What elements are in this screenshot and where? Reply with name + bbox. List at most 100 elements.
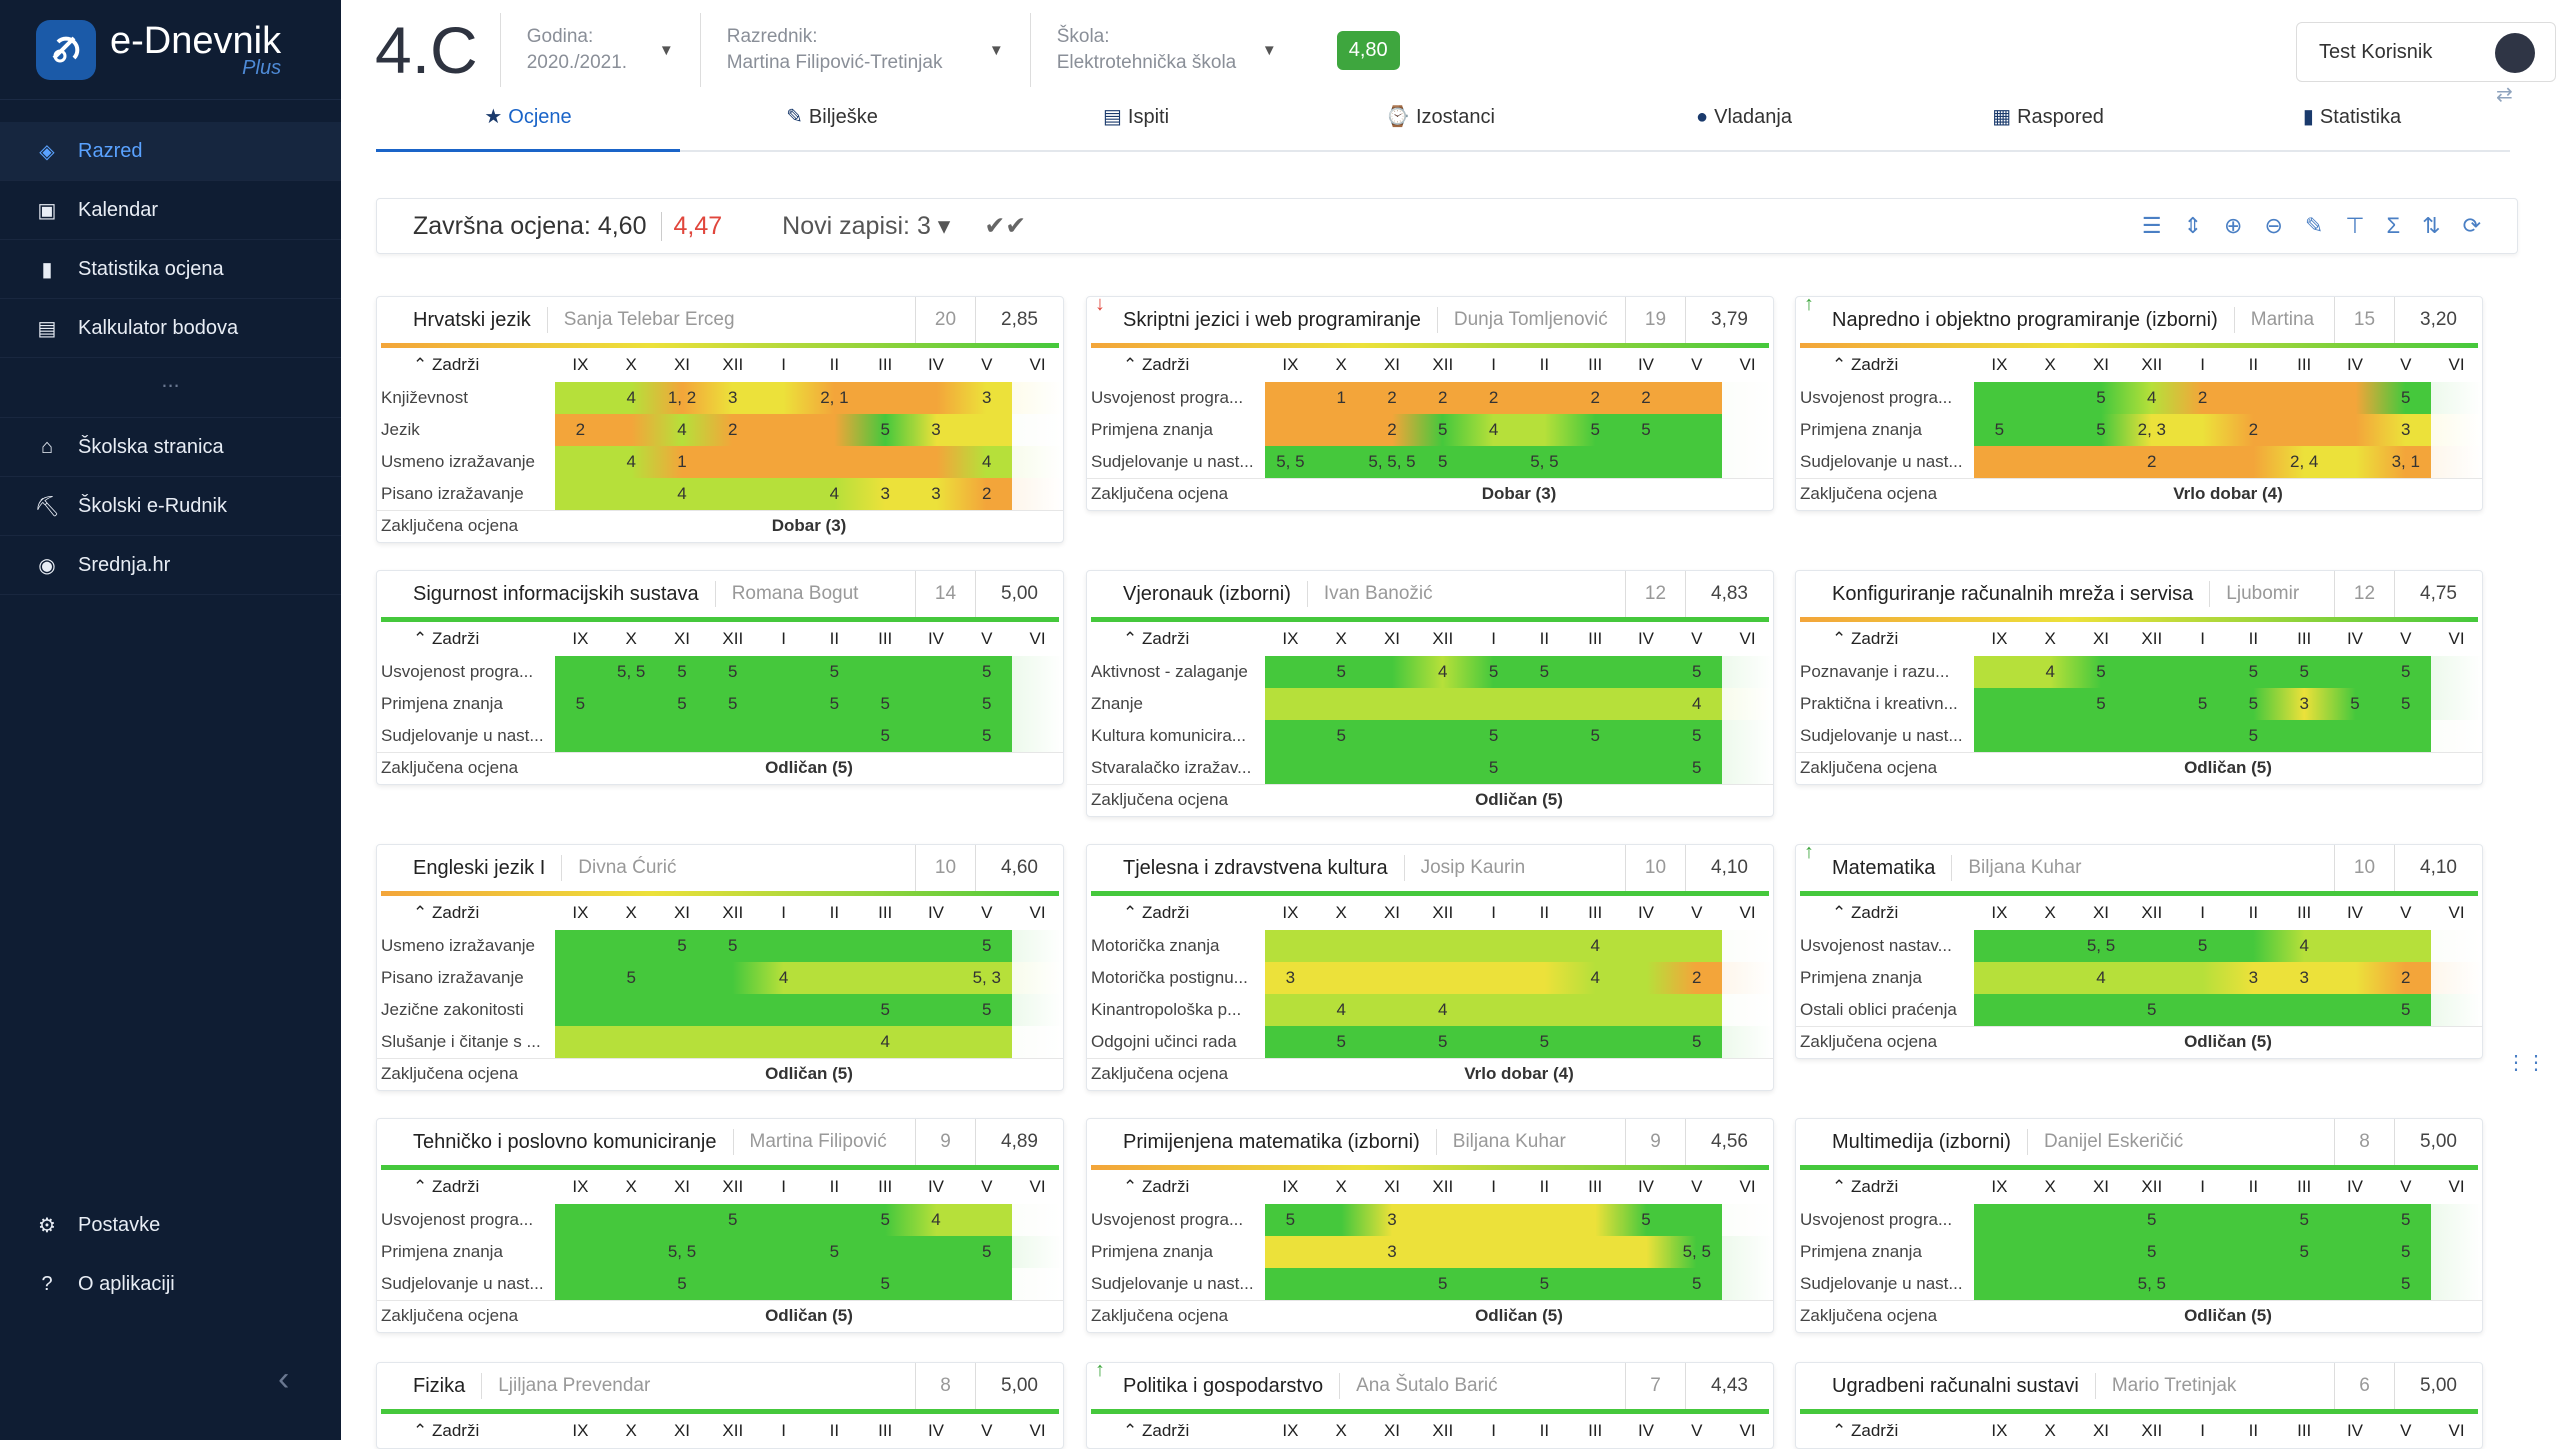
card-header[interactable]: Vjeronauk (izborni) Ivan Banožić 12 4,83 <box>1087 571 1773 617</box>
grade-cell[interactable] <box>1620 752 1672 784</box>
grade-cell[interactable] <box>2431 414 2482 446</box>
grade-cell[interactable] <box>1012 962 1063 994</box>
grade-cell[interactable] <box>1569 1204 1621 1236</box>
grade-cell[interactable]: 3 <box>961 382 1013 414</box>
hold-toggle[interactable]: ⌃ Zadrži <box>1796 622 1974 656</box>
grade-cell[interactable] <box>1366 930 1418 962</box>
grade-cell[interactable] <box>1366 688 1418 720</box>
grade-cell[interactable] <box>555 446 606 478</box>
grade-cell[interactable] <box>1265 656 1316 688</box>
grade-cell[interactable] <box>2075 1204 2127 1236</box>
grade-cell[interactable]: 2 <box>961 478 1013 510</box>
grade-cell[interactable]: 1 <box>656 446 708 478</box>
tab-raspored[interactable]: ▦ Raspored <box>1896 100 2200 150</box>
grade-cell[interactable] <box>1569 446 1621 478</box>
grade-cell[interactable]: 5 <box>2380 688 2432 720</box>
card-header[interactable]: Konfiguriranje računalnih mreža i servis… <box>1796 571 2482 617</box>
grade-cell[interactable] <box>2431 720 2482 752</box>
grade-cell[interactable] <box>1722 688 1773 720</box>
grade-cell[interactable]: 4 <box>961 446 1013 478</box>
card-header[interactable]: Hrvatski jezik Sanja Telebar Erceg 20 2,85 <box>377 297 1063 343</box>
grade-cell[interactable] <box>1722 1204 1773 1236</box>
grade-cell[interactable]: 4 <box>758 962 809 994</box>
brand[interactable]: e-Dnevnik Plus <box>0 0 341 100</box>
grade-cell[interactable] <box>1265 994 1316 1026</box>
grade-cell[interactable] <box>1315 446 1367 478</box>
grade-cell[interactable]: 2 <box>1569 382 1621 414</box>
grade-cell[interactable]: 5 <box>1315 720 1367 752</box>
nav-more-dots[interactable]: ... <box>0 358 341 418</box>
grade-cell[interactable]: 5 <box>1468 720 1519 752</box>
grade-cell[interactable] <box>1722 720 1773 752</box>
grade-cell[interactable] <box>1620 994 1672 1026</box>
grade-cell[interactable]: 5 <box>555 688 606 720</box>
grade-cell[interactable]: 5 <box>1569 720 1621 752</box>
grade-cell[interactable] <box>1569 1236 1621 1268</box>
grade-cell[interactable]: 5 <box>2380 656 2432 688</box>
grade-cell[interactable] <box>2126 688 2178 720</box>
grade-cell[interactable] <box>1671 446 1723 478</box>
grade-cell[interactable] <box>910 382 962 414</box>
grade-cell[interactable] <box>1012 1268 1063 1300</box>
grade-cell[interactable]: 5 <box>2126 994 2178 1026</box>
grade-cell[interactable] <box>2177 962 2228 994</box>
grade-cell[interactable] <box>808 962 860 994</box>
grade-cell[interactable]: 5 <box>859 414 911 446</box>
grade-cell[interactable] <box>1265 382 1316 414</box>
grade-cell[interactable]: 4 <box>1569 930 1621 962</box>
school-select[interactable]: Škola: Elektrotehnička škola ▼ <box>1031 13 1303 87</box>
grade-cell[interactable] <box>1468 994 1519 1026</box>
grade-cell[interactable] <box>1569 1268 1621 1300</box>
grade-cell[interactable] <box>605 1204 657 1236</box>
grade-cell[interactable] <box>2126 720 2178 752</box>
grade-cell[interactable]: 5 <box>859 1204 911 1236</box>
hold-toggle[interactable]: ⌃ Zadrži <box>1796 896 1974 930</box>
grade-cell[interactable] <box>808 994 860 1026</box>
grade-cell[interactable] <box>2024 1236 2076 1268</box>
grade-cell[interactable] <box>2075 720 2127 752</box>
grade-cell[interactable] <box>1620 688 1672 720</box>
grade-cell[interactable] <box>758 1268 809 1300</box>
grade-cell[interactable] <box>555 1268 606 1300</box>
hold-toggle[interactable]: ⌃ Zadrži <box>1087 1414 1265 1448</box>
grade-cell[interactable] <box>1012 1236 1063 1268</box>
grade-cell[interactable] <box>910 962 962 994</box>
grade-cell[interactable] <box>2278 994 2330 1026</box>
hold-toggle[interactable]: ⌃ Zadrži <box>377 1170 555 1204</box>
grade-cell[interactable] <box>1366 752 1418 784</box>
grade-cell[interactable] <box>1012 720 1063 752</box>
grade-cell[interactable]: 4 <box>605 382 657 414</box>
grade-cell[interactable]: 5, 5 <box>2075 930 2127 962</box>
hold-toggle[interactable]: ⌃ Zadrži <box>1087 1170 1265 1204</box>
grade-cell[interactable] <box>1974 994 2025 1026</box>
grade-cell[interactable]: 5 <box>1417 1268 1469 1300</box>
grade-cell[interactable] <box>1974 1268 2025 1300</box>
year-select[interactable]: Godina: 2020./2021. ▼ <box>501 13 701 87</box>
grade-cell[interactable] <box>1012 446 1063 478</box>
grade-cell[interactable] <box>2329 930 2381 962</box>
tool-icon[interactable]: ✎ <box>2305 213 2323 239</box>
grade-cell[interactable]: 5 <box>2126 1204 2178 1236</box>
grade-cell[interactable] <box>605 1026 657 1058</box>
tool-icon[interactable]: ⊤ <box>2345 213 2364 239</box>
grade-cell[interactable] <box>555 720 606 752</box>
grade-cell[interactable]: 5, 5 <box>2126 1268 2178 1300</box>
grade-cell[interactable]: 5 <box>808 688 860 720</box>
grade-cell[interactable] <box>1518 930 1570 962</box>
tool-icon[interactable]: ⇕ <box>2184 213 2202 239</box>
grade-cell[interactable] <box>1518 382 1570 414</box>
sidebar-item-o-aplikaciji[interactable]: ? O aplikaciji <box>0 1255 341 1314</box>
grade-cell[interactable] <box>808 720 860 752</box>
grade-cell[interactable] <box>1417 930 1469 962</box>
grade-cell[interactable] <box>2431 656 2482 688</box>
grade-cell[interactable]: 2 <box>2227 414 2279 446</box>
grade-cell[interactable] <box>1265 1268 1316 1300</box>
grade-cell[interactable]: 5 <box>2329 688 2381 720</box>
grade-cell[interactable]: 3 <box>859 478 911 510</box>
grade-cell[interactable] <box>758 446 809 478</box>
grade-cell[interactable] <box>555 962 606 994</box>
grade-cell[interactable]: 4 <box>808 478 860 510</box>
sidebar-item-razred[interactable]: ◈ Razred <box>0 122 341 181</box>
collapse-sidebar-icon[interactable]: ‹ <box>278 1360 289 1399</box>
tool-icon[interactable]: ☰ <box>2142 213 2162 239</box>
